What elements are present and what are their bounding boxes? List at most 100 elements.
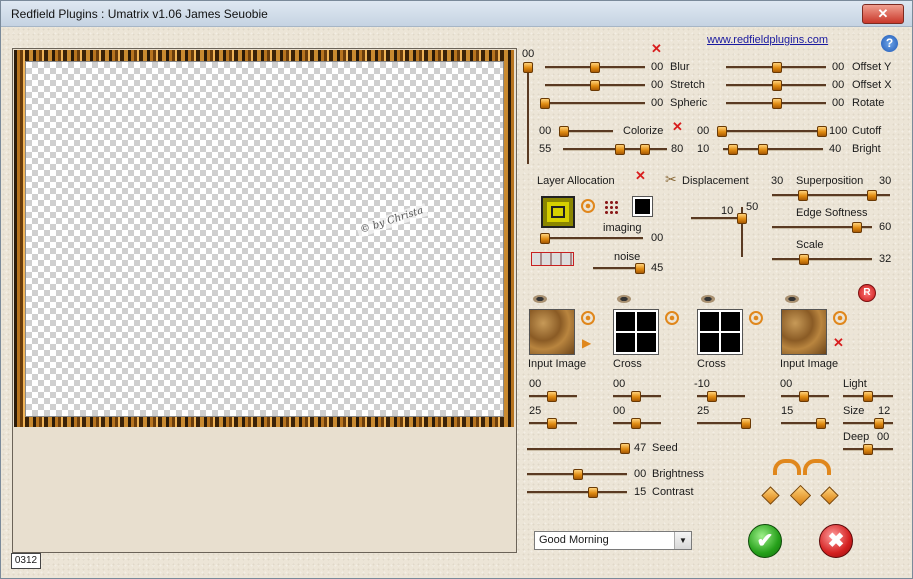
brightness-knob[interactable]: [573, 469, 583, 480]
eye-icon[interactable]: [533, 295, 547, 303]
colorize-slider-knob[interactable]: [559, 126, 569, 137]
redo-arrow-icon[interactable]: [803, 459, 831, 475]
cutoff-max-knob[interactable]: [817, 126, 827, 137]
seed-knob[interactable]: [620, 443, 630, 454]
layer-grid-icon[interactable]: [604, 200, 618, 214]
thumb-power-icon[interactable]: [581, 311, 595, 325]
window-title: Redfield Plugins : Umatrix v1.06 James S…: [11, 7, 268, 21]
superposition-min-knob[interactable]: [798, 190, 808, 201]
scale-value: 32: [879, 253, 892, 265]
eye-icon[interactable]: [785, 295, 799, 303]
superposition-max-knob[interactable]: [867, 190, 877, 201]
cross-thumb-1[interactable]: [613, 309, 659, 355]
deep-label: Deep: [843, 431, 870, 443]
cutoff-min-value: 00: [697, 125, 710, 137]
rotate-slider-knob[interactable]: [772, 98, 782, 109]
colorize-range-min-knob[interactable]: [615, 144, 625, 155]
preview-panel[interactable]: © by Christa: [12, 48, 517, 553]
layer-swatch[interactable]: [541, 196, 575, 228]
thumb3-slider2-knob[interactable]: [741, 418, 751, 429]
thumb2-v2: 00: [613, 405, 626, 417]
scale-knob[interactable]: [799, 254, 809, 265]
thumb3-slider1-knob[interactable]: [707, 391, 717, 402]
cutoff-slider-track: [719, 130, 823, 133]
superposition-min: 30: [771, 175, 784, 187]
spheric-slider-track: [543, 102, 645, 105]
imaging-slider-knob[interactable]: [540, 233, 550, 244]
size-track: [843, 422, 893, 425]
help-icon[interactable]: ?: [881, 35, 898, 52]
ok-button[interactable]: ✔: [748, 524, 782, 558]
vertical-value: 00: [522, 48, 535, 60]
bright-min-knob[interactable]: [728, 144, 738, 155]
offsetx-slider-knob[interactable]: [772, 80, 782, 91]
scissors-icon[interactable]: ✂: [665, 171, 677, 188]
scale-track: [772, 258, 872, 261]
colorize-reset-icon[interactable]: ✕: [672, 120, 683, 133]
light-knob[interactable]: [863, 391, 873, 402]
superposition-label: Superposition: [796, 175, 864, 187]
spheric-slider-knob[interactable]: [540, 98, 550, 109]
input-image-thumb-1[interactable]: [529, 309, 575, 355]
thumb-power-icon[interactable]: [749, 311, 763, 325]
size-knob[interactable]: [874, 418, 884, 429]
cutoff-min-knob[interactable]: [717, 126, 727, 137]
reset-r-button[interactable]: R: [858, 284, 876, 302]
thumb2-slider1-knob[interactable]: [631, 391, 641, 402]
thumb2-slider2-knob[interactable]: [631, 418, 641, 429]
cancel-button[interactable]: ✖: [819, 524, 853, 558]
window-close-button[interactable]: ✕: [862, 4, 904, 24]
layer-color-swatch[interactable]: [632, 196, 653, 217]
preset-dropdown[interactable]: Good Morning ▼: [534, 531, 692, 550]
imaging-slider-track: [541, 237, 643, 240]
play-icon[interactable]: ▶: [582, 336, 591, 350]
cutoff-label: Cutoff: [852, 125, 882, 137]
thumb4-slider1-knob[interactable]: [799, 391, 809, 402]
displacement-value-2: 50: [746, 201, 759, 213]
thumb3-slider1-track: [697, 395, 745, 398]
thumb4-slider2-knob[interactable]: [816, 418, 826, 429]
stretch-label: Stretch: [670, 79, 705, 91]
thumb-remove-icon[interactable]: ✕: [833, 336, 844, 349]
website-link[interactable]: www.redfieldplugins.com: [707, 34, 828, 46]
bright-max-knob[interactable]: [758, 144, 768, 155]
noise-pattern-icon[interactable]: [531, 252, 574, 266]
client-area: © by Christa 0312 www.redfieldplugins.co…: [1, 27, 912, 578]
offsety-slider-knob[interactable]: [772, 62, 782, 73]
thumb-power-icon[interactable]: [833, 311, 847, 325]
layer-power-icon[interactable]: [581, 199, 595, 213]
spheric-label: Spheric: [670, 97, 708, 109]
blur-slider-knob[interactable]: [590, 62, 600, 73]
thumb1-slider1-knob[interactable]: [547, 391, 557, 402]
eye-icon[interactable]: [701, 295, 715, 303]
seed-track: [527, 448, 627, 451]
random-dice-icon[interactable]: [761, 486, 780, 505]
random-dice-icon[interactable]: [789, 484, 812, 507]
seed-value: 47: [634, 442, 647, 454]
vertical-slider-knob[interactable]: [523, 62, 533, 73]
thumb1-slider2-knob[interactable]: [547, 418, 557, 429]
thumb-label-2: Cross: [613, 358, 642, 370]
stretch-slider-knob[interactable]: [590, 80, 600, 91]
reset-x-icon[interactable]: ✕: [651, 42, 662, 55]
random-dice-icon[interactable]: [820, 486, 839, 505]
deep-knob[interactable]: [863, 444, 873, 455]
thumb-power-icon[interactable]: [665, 311, 679, 325]
eye-icon[interactable]: [617, 295, 631, 303]
contrast-knob[interactable]: [588, 487, 598, 498]
watermark: © by Christa: [355, 203, 428, 238]
undo-arrow-icon[interactable]: [773, 459, 801, 475]
colorize-range-max-knob[interactable]: [640, 144, 650, 155]
displacement-knob[interactable]: [737, 213, 747, 224]
edge-softness-knob[interactable]: [852, 222, 862, 233]
layer-allocation-label: Layer Allocation: [537, 175, 615, 187]
chevron-down-icon[interactable]: ▼: [674, 532, 691, 549]
blur-label: Blur: [670, 61, 690, 73]
bright-slider-track: [723, 148, 823, 151]
noise-value: 45: [651, 262, 664, 274]
layer-reset-icon[interactable]: ✕: [635, 169, 646, 182]
input-image-thumb-2[interactable]: [781, 309, 827, 355]
noise-slider-knob[interactable]: [635, 263, 645, 274]
frame-counter: 0312: [11, 553, 41, 569]
cross-thumb-2[interactable]: [697, 309, 743, 355]
